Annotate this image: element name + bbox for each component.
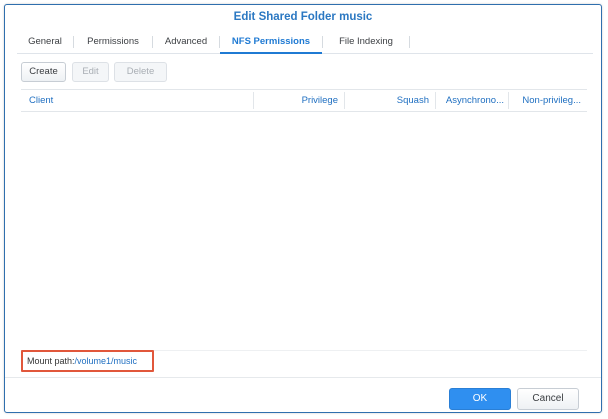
tab-bar: General Permissions Advanced NFS Permiss… [17, 31, 593, 54]
tab-permissions[interactable]: Permissions [74, 31, 152, 53]
grid-header: Client Privilege Squash Asynchrono... No… [21, 90, 587, 112]
column-header-squash[interactable]: Squash [345, 90, 435, 111]
delete-button[interactable]: Delete [114, 62, 167, 82]
mount-path-value: /volume1/music [74, 356, 138, 366]
nfs-rules-grid: Client Privilege Squash Asynchrono... No… [21, 89, 587, 352]
tab-divider [409, 36, 410, 48]
mount-path-label: Mount path: [27, 356, 75, 366]
create-button[interactable]: Create [21, 62, 66, 82]
tab-general[interactable]: General [17, 31, 73, 53]
edit-shared-folder-dialog: Edit Shared Folder music General Permiss… [4, 4, 602, 413]
column-header-client[interactable]: Client [29, 90, 249, 111]
column-header-asynchronous[interactable]: Asynchrono... [436, 90, 508, 111]
dialog-title: Edit Shared Folder music [233, 11, 373, 23]
column-header-non-privileged-port[interactable]: Non-privileg... [509, 90, 585, 111]
tab-advanced[interactable]: Advanced [153, 31, 219, 53]
cancel-button[interactable]: Cancel [517, 388, 579, 410]
edit-button[interactable]: Edit [72, 62, 109, 82]
dialog-footer: OK Cancel [5, 377, 601, 414]
column-header-privilege[interactable]: Privilege [254, 90, 344, 111]
ok-button[interactable]: OK [449, 388, 511, 410]
mount-path: Mount path:/volume1/music [21, 350, 154, 372]
tab-file-indexing[interactable]: File Indexing [323, 31, 409, 53]
tab-nfs-permissions[interactable]: NFS Permissions [220, 31, 322, 54]
